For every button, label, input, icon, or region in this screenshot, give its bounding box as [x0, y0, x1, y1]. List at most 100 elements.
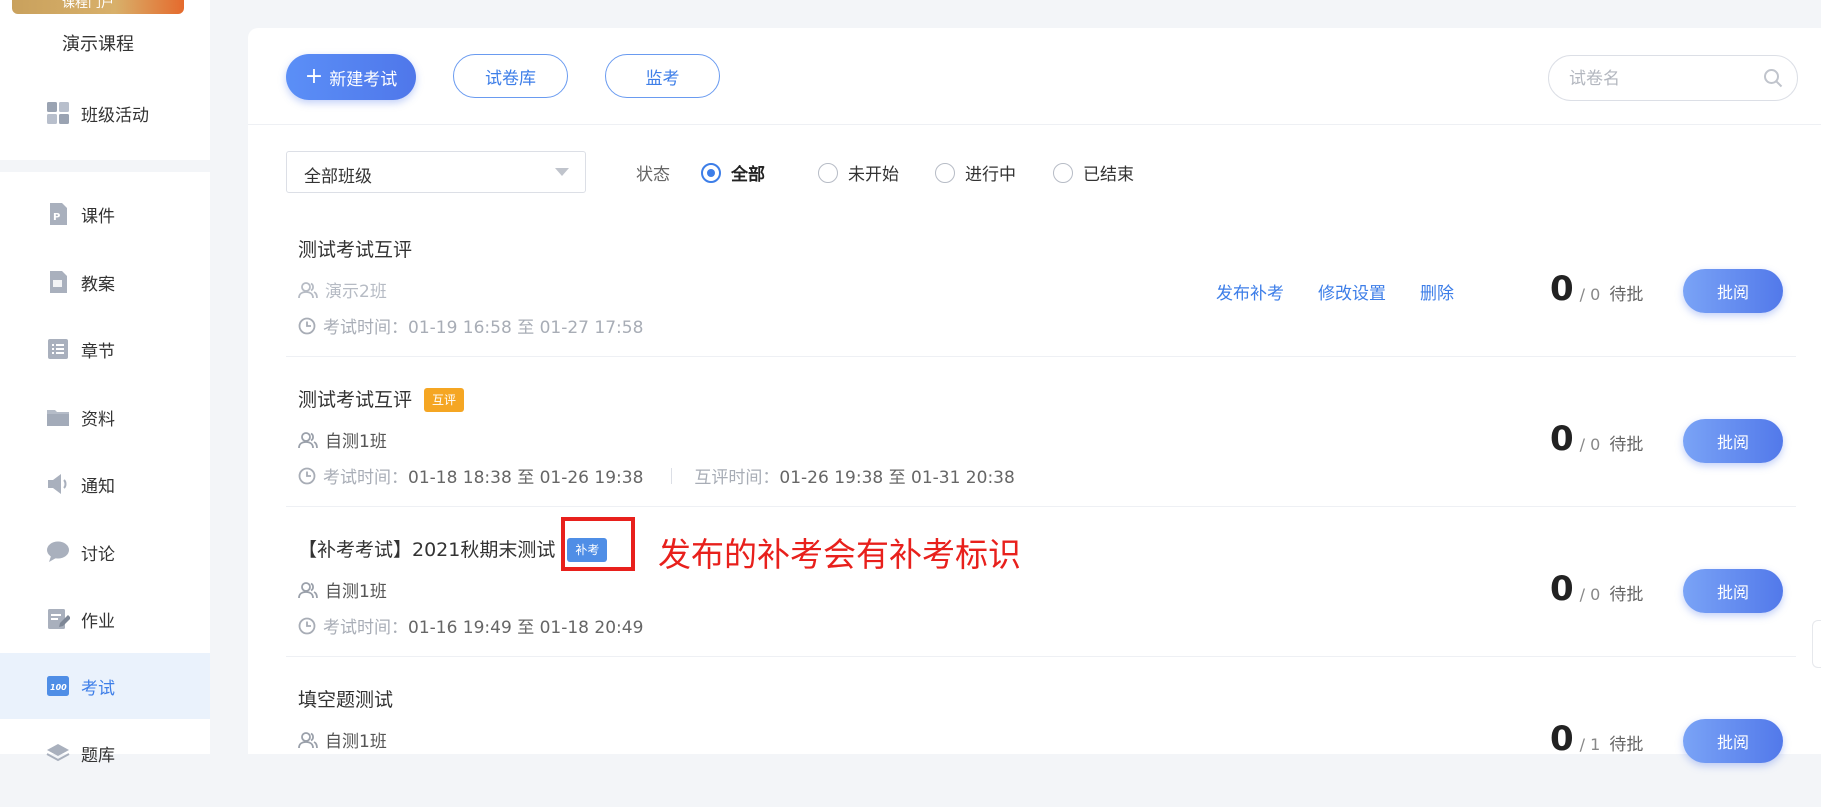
total-count: / 1 [1579, 735, 1601, 754]
sidebar-item-label: 章节 [81, 341, 115, 362]
users-icon [298, 431, 318, 448]
pending-label: 待批 [1609, 285, 1644, 305]
exam-time-range: 01-19 16:58 至 01-27 17:58 [408, 318, 644, 338]
graded-count: 0 [1550, 419, 1574, 459]
sidebar-item-courseware[interactable]: P 课件 [0, 181, 210, 247]
grading-counter: 0 / 0 待批 [1550, 569, 1643, 609]
grid-icon [47, 102, 69, 124]
graded-count: 0 [1550, 719, 1574, 759]
class-select-value: 全部班级 [304, 167, 372, 187]
exam-time-label: 考试时间： [323, 468, 408, 488]
exam-row: 【补考考试】2021秋期末测试 补考 自测1班 考试时间： 01-16 19:49 … [286, 507, 1796, 657]
review-button[interactable]: 批阅 [1683, 419, 1783, 463]
clock-icon [298, 617, 316, 634]
status-radio-in-progress[interactable]: 进行中 [935, 160, 1016, 185]
edit-settings-link[interactable]: 修改设置 [1318, 279, 1386, 304]
chevron-down-icon [555, 168, 569, 176]
sidebar-item-label: 课件 [81, 206, 115, 227]
exam-class: 自测1班 [298, 727, 387, 752]
review-button[interactable]: 批阅 [1683, 719, 1783, 763]
sidebar-item-label: 资料 [81, 409, 115, 430]
graded-count: 0 [1550, 269, 1574, 309]
sidebar-item-label: 班级活动 [81, 105, 149, 126]
clock-icon [298, 317, 316, 334]
exam-row: 测试考试互评 互评 自测1班 考试时间： 01-18 18:38 至 01-26 1… [286, 357, 1796, 507]
course-name: 演示课程 [62, 34, 134, 55]
exam-row: 测试考试互评 演示2班 考试时间： 01-19 16:58 至 01-27 17:… [286, 207, 1796, 357]
users-icon [298, 581, 318, 598]
grading-counter: 0 / 0 待批 [1550, 269, 1643, 309]
proctor-button[interactable]: 监考 [605, 54, 720, 98]
status-radio-ended[interactable]: 已结束 [1053, 160, 1134, 185]
sidebar-item-label: 作业 [81, 611, 115, 632]
exam-time-range: 01-16 19:49 至 01-18 20:49 [408, 618, 644, 638]
side-float-tab[interactable] [1812, 620, 1821, 668]
search-box[interactable] [1548, 55, 1798, 102]
radio-dot[interactable] [935, 162, 955, 183]
new-exam-button[interactable]: + 新建考试 [286, 54, 416, 100]
radio-dot[interactable] [1053, 162, 1073, 183]
sidebar-item-homework[interactable]: 作业 [0, 586, 210, 652]
time-divider [671, 467, 673, 484]
exam-class-name: 演示2班 [325, 282, 387, 302]
sidebar-item-discussion[interactable]: 讨论 [0, 519, 210, 585]
exam-title-text: 填空题测试 [298, 689, 394, 711]
exam-class-name: 自测1班 [325, 432, 387, 452]
grading-counter: 0 / 0 待批 [1550, 419, 1643, 459]
cover-text: 课程门户 [62, 0, 115, 11]
pending-label: 待批 [1609, 585, 1644, 605]
review-button[interactable]: 批阅 [1683, 269, 1783, 313]
exam-class: 自测1班 [298, 577, 387, 602]
search-input[interactable] [1567, 56, 1761, 102]
exam-title-text: 测试考试互评 [298, 239, 413, 261]
paper-library-button[interactable]: 试卷库 [453, 54, 568, 98]
sidebar-item-label: 考试 [81, 678, 115, 699]
pending-label: 待批 [1609, 735, 1644, 755]
radio-dot[interactable] [701, 162, 721, 183]
exam-class: 演示2班 [298, 277, 387, 302]
exam-time: 考试时间： 01-19 16:58 至 01-27 17:58 [298, 313, 643, 338]
review-button[interactable]: 批阅 [1683, 569, 1783, 613]
new-exam-label: 新建考试 [329, 69, 398, 90]
exam-class-name: 自测1班 [325, 582, 387, 602]
radio-label: 未开始 [848, 165, 899, 185]
total-count: / 0 [1579, 435, 1601, 454]
exam-icon: 100 [47, 676, 69, 696]
exam-title[interactable]: 测试考试互评 互评 [298, 385, 465, 412]
sidebar-item-materials[interactable]: 资料 [0, 384, 210, 450]
sidebar-item-class-activity[interactable]: 班级活动 [0, 80, 210, 146]
exam-title-text: 【补考考试】2021秋期末测试 [298, 539, 556, 561]
search-icon[interactable] [1763, 68, 1783, 88]
users-icon [298, 281, 318, 298]
sidebar-item-exam[interactable]: 100 考试 [0, 653, 210, 719]
total-count: / 0 [1579, 585, 1601, 604]
exam-actions: 发布补考 修改设置 删除 [1216, 279, 1454, 304]
radio-label: 全部 [731, 165, 765, 185]
sidebar-item-label: 教案 [81, 274, 115, 295]
status-radio-all[interactable]: 全部 [701, 160, 765, 185]
sidebar-item-lesson-plan[interactable]: 教案 [0, 249, 210, 315]
course-cover-image[interactable]: 课程门户 [12, 0, 184, 14]
status-radio-not-started[interactable]: 未开始 [818, 160, 899, 185]
speaker-icon [48, 474, 67, 494]
status-filter-label: 状态 [636, 165, 670, 185]
graded-count: 0 [1550, 569, 1574, 609]
sidebar-item-question-bank[interactable]: 题库 [0, 720, 210, 786]
sidebar-item-notice[interactable]: 通知 [0, 451, 210, 517]
delete-link[interactable]: 删除 [1420, 279, 1454, 304]
clock-icon [298, 467, 316, 484]
sidebar-item-chapter[interactable]: 章节 [0, 316, 210, 382]
exam-time-label: 考试时间： [323, 318, 408, 338]
class-select-dropdown[interactable]: 全部班级 [286, 151, 586, 193]
exam-title[interactable]: 测试考试互评 [298, 235, 412, 262]
exam-time-range: 01-18 18:38 至 01-26 19:38 [408, 468, 644, 488]
sidebar: 课程门户 演示课程 班级活动 P 课件 教案 章节 资料 通知 讨论 作业 10… [0, 0, 210, 766]
folder-icon [47, 410, 69, 426]
radio-label: 进行中 [965, 165, 1016, 185]
chapter-list-icon [48, 339, 68, 359]
exam-title[interactable]: 填空题测试 [298, 685, 393, 712]
radio-dot[interactable] [818, 162, 838, 183]
total-count: / 0 [1579, 285, 1601, 304]
publish-makeup-link[interactable]: 发布补考 [1216, 279, 1284, 304]
svg-text:P: P [53, 212, 60, 223]
